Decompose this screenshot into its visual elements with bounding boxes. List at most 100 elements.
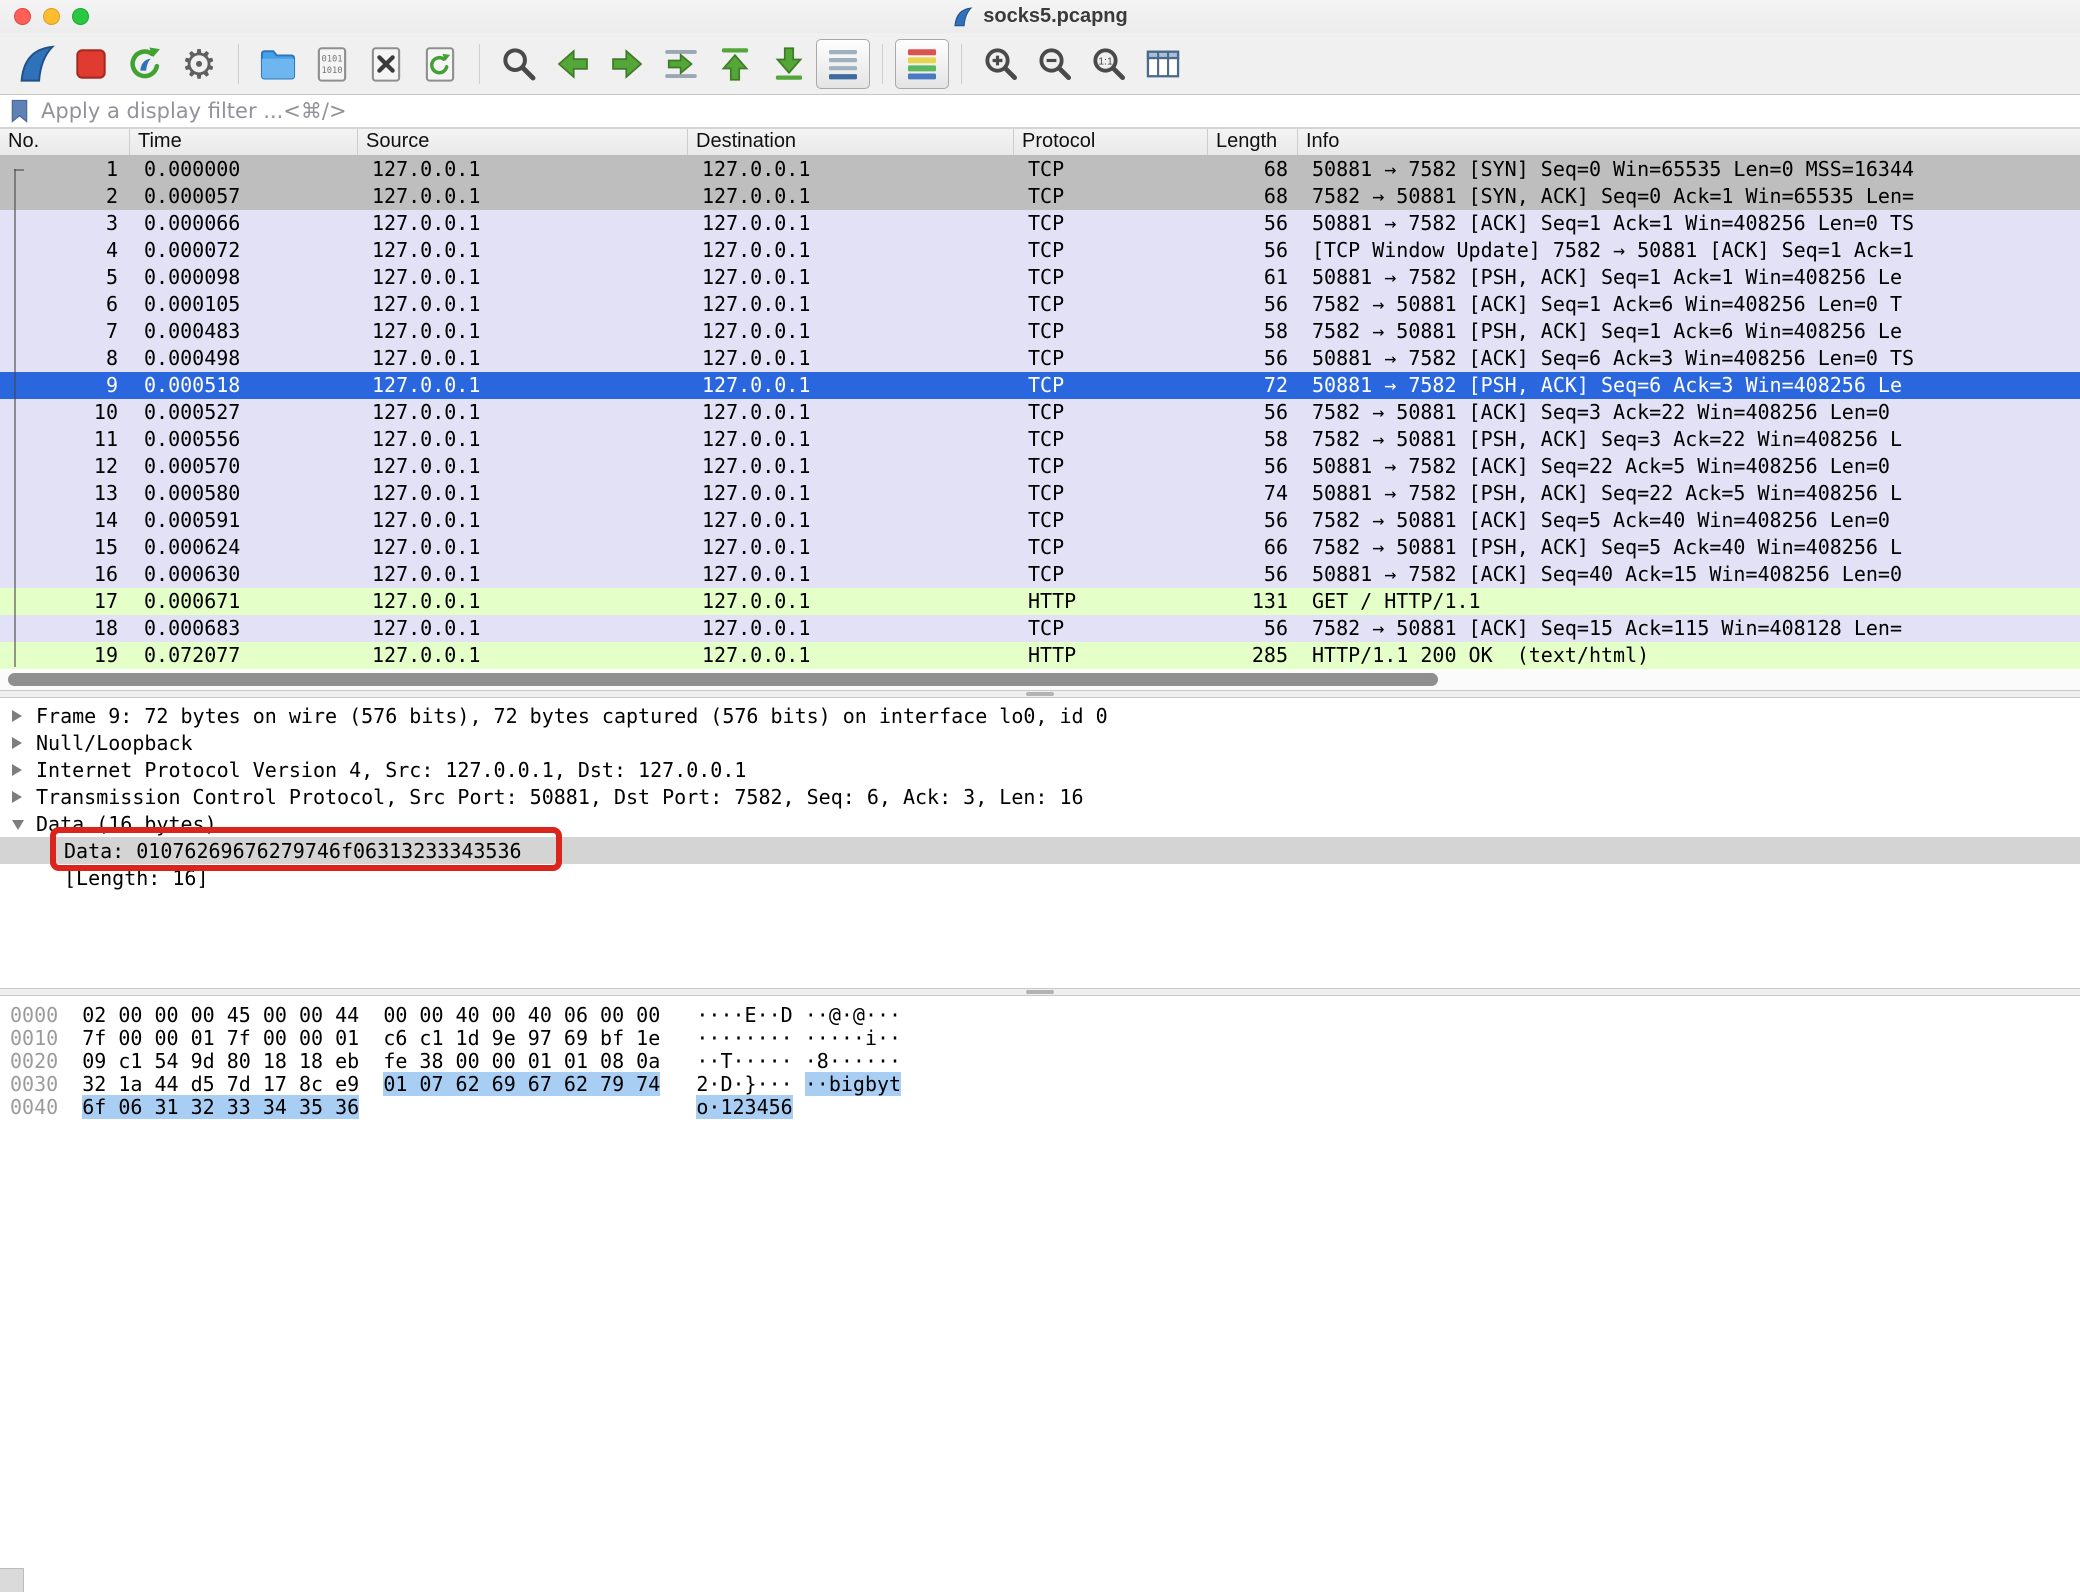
chevron-right-icon[interactable] (12, 791, 22, 803)
cell-time: 0.000580 (130, 480, 358, 507)
zoom-reset-button[interactable]: 1:1 (1082, 39, 1136, 89)
hex-dump-row[interactable]: 0010 7f 00 00 01 7f 00 00 01 c6 c1 1d 9e… (0, 1027, 2080, 1050)
packet-row-18[interactable]: 180.000683127.0.0.1127.0.0.1TCP567582 → … (0, 615, 2080, 642)
packet-row-7[interactable]: 70.000483127.0.0.1127.0.0.1TCP587582 → 5… (0, 318, 2080, 345)
packet-detail-line[interactable]: [Length: 16] (0, 864, 2080, 891)
cell-src: 127.0.0.1 (358, 615, 688, 642)
hex-bytes: fe 38 00 00 01 01 08 0a (383, 1049, 660, 1073)
cell-proto: TCP (1014, 399, 1208, 426)
hex-dump-row[interactable]: 0020 09 c1 54 9d 80 18 18 eb fe 38 00 00… (0, 1050, 2080, 1073)
packet-row-5[interactable]: 50.000098127.0.0.1127.0.0.1TCP6150881 → … (0, 264, 2080, 291)
save-file-button[interactable]: 01011010 (305, 39, 359, 89)
go-last-button[interactable] (762, 39, 816, 89)
column-header-source[interactable]: Source (358, 129, 688, 155)
cell-dst: 127.0.0.1 (688, 237, 1014, 264)
column-header-destination[interactable]: Destination (688, 129, 1014, 155)
chevron-right-icon[interactable] (12, 710, 22, 722)
packet-detail-line[interactable]: Frame 9: 72 bytes on wire (576 bits), 72… (0, 702, 2080, 729)
hex-dump-row[interactable]: 0030 32 1a 44 d5 7d 17 8c e9 01 07 62 69… (0, 1073, 2080, 1096)
colorize-button[interactable] (895, 39, 949, 89)
cell-no: 11 (0, 426, 130, 453)
stop-capture-icon (70, 43, 112, 85)
go-to-packet-button[interactable] (654, 39, 708, 89)
close-file-button[interactable] (359, 39, 413, 89)
hex-dump-row[interactable]: 0000 02 00 00 00 45 00 00 44 00 00 40 00… (0, 1004, 2080, 1027)
go-last-icon (768, 43, 810, 85)
cell-proto: TCP (1014, 426, 1208, 453)
cell-len: 56 (1208, 237, 1298, 264)
packet-row-10[interactable]: 100.000527127.0.0.1127.0.0.1TCP567582 → … (0, 399, 2080, 426)
cell-dst: 127.0.0.1 (688, 615, 1014, 642)
column-header-length[interactable]: Length (1208, 129, 1298, 155)
colorize-icon (901, 43, 943, 85)
packet-row-2[interactable]: 20.000057127.0.0.1127.0.0.1TCP687582 → 5… (0, 183, 2080, 210)
cell-dst: 127.0.0.1 (688, 210, 1014, 237)
packet-row-12[interactable]: 120.000570127.0.0.1127.0.0.1TCP5650881 →… (0, 453, 2080, 480)
cell-no: 5 (0, 264, 130, 291)
capture-options-button[interactable]: ⚙ (172, 39, 226, 89)
resize-columns-button[interactable] (1136, 39, 1190, 89)
cell-len: 66 (1208, 534, 1298, 561)
go-first-button[interactable] (708, 39, 762, 89)
column-header-protocol[interactable]: Protocol (1014, 129, 1208, 155)
cell-info: 7582 → 50881 [ACK] Seq=5 Ack=40 Win=4082… (1298, 507, 2080, 534)
go-back-button[interactable] (546, 39, 600, 89)
capture-options-icon: ⚙ (178, 43, 220, 85)
cell-proto: TCP (1014, 156, 1208, 183)
packet-row-13[interactable]: 130.000580127.0.0.1127.0.0.1TCP7450881 →… (0, 480, 2080, 507)
display-filter-input[interactable] (39, 95, 2072, 127)
packet-detail-line[interactable]: Null/Loopback (0, 729, 2080, 756)
main-toolbar: ⚙ 01011010 1:1 (0, 33, 2080, 95)
cell-proto: TCP (1014, 534, 1208, 561)
reload-file-button[interactable] (413, 39, 467, 89)
start-capture-button[interactable] (10, 39, 64, 89)
column-header-info[interactable]: Info (1298, 129, 2080, 155)
cell-dst: 127.0.0.1 (688, 183, 1014, 210)
cell-time: 0.000527 (130, 399, 358, 426)
stop-capture-button[interactable] (64, 39, 118, 89)
chevron-right-icon[interactable] (12, 737, 22, 749)
packet-detail-line[interactable]: Transmission Control Protocol, Src Port:… (0, 783, 2080, 810)
titlebar: socks5.pcapng (0, 0, 2080, 33)
packet-row-19[interactable]: 190.072077127.0.0.1127.0.0.1HTTP285HTTP/… (0, 642, 2080, 669)
packet-detail-line[interactable]: Data: 01076269676279746f06313233343536 (0, 837, 2080, 864)
pane-splitter-bottom[interactable] (0, 988, 2080, 996)
packet-row-14[interactable]: 140.000591127.0.0.1127.0.0.1TCP567582 → … (0, 507, 2080, 534)
cell-no: 10 (0, 399, 130, 426)
packet-row-8[interactable]: 80.000498127.0.0.1127.0.0.1TCP5650881 → … (0, 345, 2080, 372)
auto-scroll-button[interactable] (816, 39, 870, 89)
go-first-icon (714, 43, 756, 85)
go-forward-button[interactable] (600, 39, 654, 89)
zoom-out-button[interactable] (1028, 39, 1082, 89)
hex-bytes: c6 c1 1d 9e 97 69 bf 1e (383, 1026, 660, 1050)
packet-row-11[interactable]: 110.000556127.0.0.1127.0.0.1TCP587582 → … (0, 426, 2080, 453)
cell-info: 7582 → 50881 [PSH, ACK] Seq=5 Ack=40 Win… (1298, 534, 2080, 561)
chevron-right-icon[interactable] (12, 764, 22, 776)
hex-dump-row[interactable]: 0040 6f 06 31 32 33 34 35 36 o·123456 (0, 1096, 2080, 1119)
chevron-down-icon[interactable] (12, 820, 24, 830)
cell-info: 7582 → 50881 [PSH, ACK] Seq=3 Ack=22 Win… (1298, 426, 2080, 453)
packet-detail-line[interactable]: Internet Protocol Version 4, Src: 127.0.… (0, 756, 2080, 783)
packet-row-3[interactable]: 30.000066127.0.0.1127.0.0.1TCP5650881 → … (0, 210, 2080, 237)
find-packet-button[interactable] (492, 39, 546, 89)
horizontal-scrollbar-thumb[interactable] (8, 673, 1438, 686)
cell-time: 0.000066 (130, 210, 358, 237)
packet-detail-line[interactable]: Data (16 bytes) (0, 810, 2080, 837)
pane-splitter-top[interactable] (0, 690, 2080, 698)
packet-row-1[interactable]: 10.000000127.0.0.1127.0.0.1TCP6850881 → … (0, 156, 2080, 183)
packet-row-4[interactable]: 40.000072127.0.0.1127.0.0.1TCP56[TCP Win… (0, 237, 2080, 264)
packet-row-17[interactable]: 170.000671127.0.0.1127.0.0.1HTTP131GET /… (0, 588, 2080, 615)
hex-offset: 0010 (10, 1026, 58, 1050)
restart-capture-button[interactable] (118, 39, 172, 89)
packet-row-6[interactable]: 60.000105127.0.0.1127.0.0.1TCP567582 → 5… (0, 291, 2080, 318)
horizontal-scrollbar (0, 669, 2080, 690)
column-header-no[interactable]: No. (0, 129, 130, 155)
open-file-button[interactable] (251, 39, 305, 89)
packet-row-9[interactable]: 90.000518127.0.0.1127.0.0.1TCP7250881 → … (0, 372, 2080, 399)
filter-bookmark-icon[interactable] (8, 98, 31, 124)
column-header-time[interactable]: Time (130, 129, 358, 155)
zoom-in-button[interactable] (974, 39, 1028, 89)
wireshark-window: socks5.pcapng ⚙ 01011010 1:1 No.TimeSource… (0, 0, 2080, 1592)
packet-row-16[interactable]: 160.000630127.0.0.1127.0.0.1TCP5650881 →… (0, 561, 2080, 588)
packet-row-15[interactable]: 150.000624127.0.0.1127.0.0.1TCP667582 → … (0, 534, 2080, 561)
